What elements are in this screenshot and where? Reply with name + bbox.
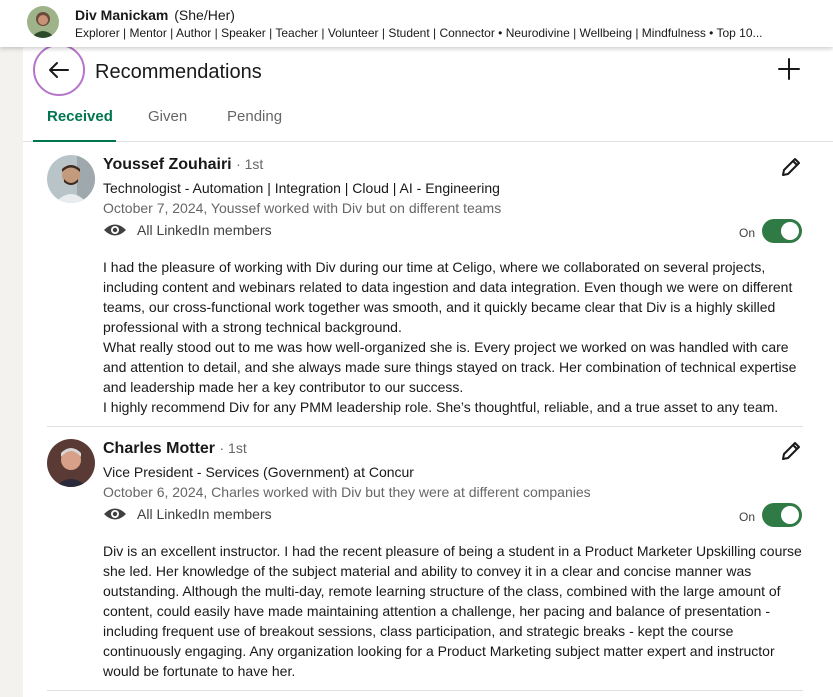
recommendation-date: October 6, 2024, Charles worked with Div… [103,484,591,500]
recommendation-item: Youssef Zouhairi · 1st Technologist - Au… [47,155,803,415]
divider [47,426,803,427]
show-recommendation-toggle[interactable] [762,503,802,527]
page-title: Recommendations [95,61,262,83]
visibility-setting: All LinkedIn members [103,506,272,522]
back-button[interactable] [33,44,85,96]
recommender-name[interactable]: Youssef Zouhairi [103,156,232,173]
profile-pronouns: (She/Her) [174,7,235,23]
profile-headline: Explorer | Mentor | Author | Speaker | T… [75,26,763,40]
connection-degree: · 1st [219,440,247,456]
recommendation-item: Charles Motter · 1st Vice President - Se… [47,439,803,689]
recommender-title: Technologist - Automation | Integration … [103,180,500,196]
recommendation-tabs: Received Given Pending [23,99,833,142]
toggle-knob [781,222,799,240]
pencil-icon [782,158,800,176]
visibility-label: All LinkedIn members [137,506,272,522]
recommender-photo[interactable] [47,439,95,487]
recommendation-paragraph: What really stood out to me was how well… [103,339,797,395]
plus-icon [778,58,800,80]
recommendation-date: October 7, 2024, Youssef worked with Div… [103,200,502,216]
eye-icon [104,224,126,236]
pencil-icon [782,442,800,460]
edit-button[interactable] [779,439,803,463]
tab-given[interactable]: Given [148,108,187,125]
recommendation-text: Div is an excellent instructor. I had th… [103,541,803,681]
recommendation-paragraph: I highly recommend Div for any PMM leade… [103,399,779,415]
show-recommendation-toggle[interactable] [762,219,802,243]
tab-pending[interactable]: Pending [227,108,282,125]
recommendation-paragraph: Div is an excellent instructor. I had th… [103,543,802,679]
connection-degree: · 1st [236,156,264,172]
toggle-state-label: On [739,510,756,524]
eye-icon [104,508,126,520]
tab-received[interactable]: Received [47,108,113,125]
add-recommendation-button[interactable] [775,55,803,83]
profile-avatar[interactable] [27,6,59,38]
recommender-name[interactable]: Charles Motter [103,440,215,457]
recommendations-card: Recommendations Received Given Pending Y… [23,44,833,697]
divider [47,690,803,691]
edit-button[interactable] [779,155,803,179]
recommender-photo[interactable] [47,155,95,203]
recommendation-paragraph: I had the pleasure of working with Div d… [103,259,793,335]
profile-header-bar: Div Manickam (She/Her) Explorer | Mentor… [0,0,833,47]
visibility-setting: All LinkedIn members [103,222,272,238]
recommender-name-line: Charles Motter · 1st [103,440,247,458]
arrow-left-icon [49,62,69,78]
active-tab-indicator [33,140,116,142]
profile-name-line: Div Manickam (She/Her) [75,7,235,23]
recommender-name-line: Youssef Zouhairi · 1st [103,156,263,174]
recommendation-text: I had the pleasure of working with Div d… [103,257,803,417]
toggle-knob [781,506,799,524]
profile-name[interactable]: Div Manickam [75,7,168,23]
visibility-label: All LinkedIn members [137,222,272,238]
toggle-state-label: On [739,226,756,240]
recommender-title: Vice President - Services (Government) a… [103,464,414,480]
